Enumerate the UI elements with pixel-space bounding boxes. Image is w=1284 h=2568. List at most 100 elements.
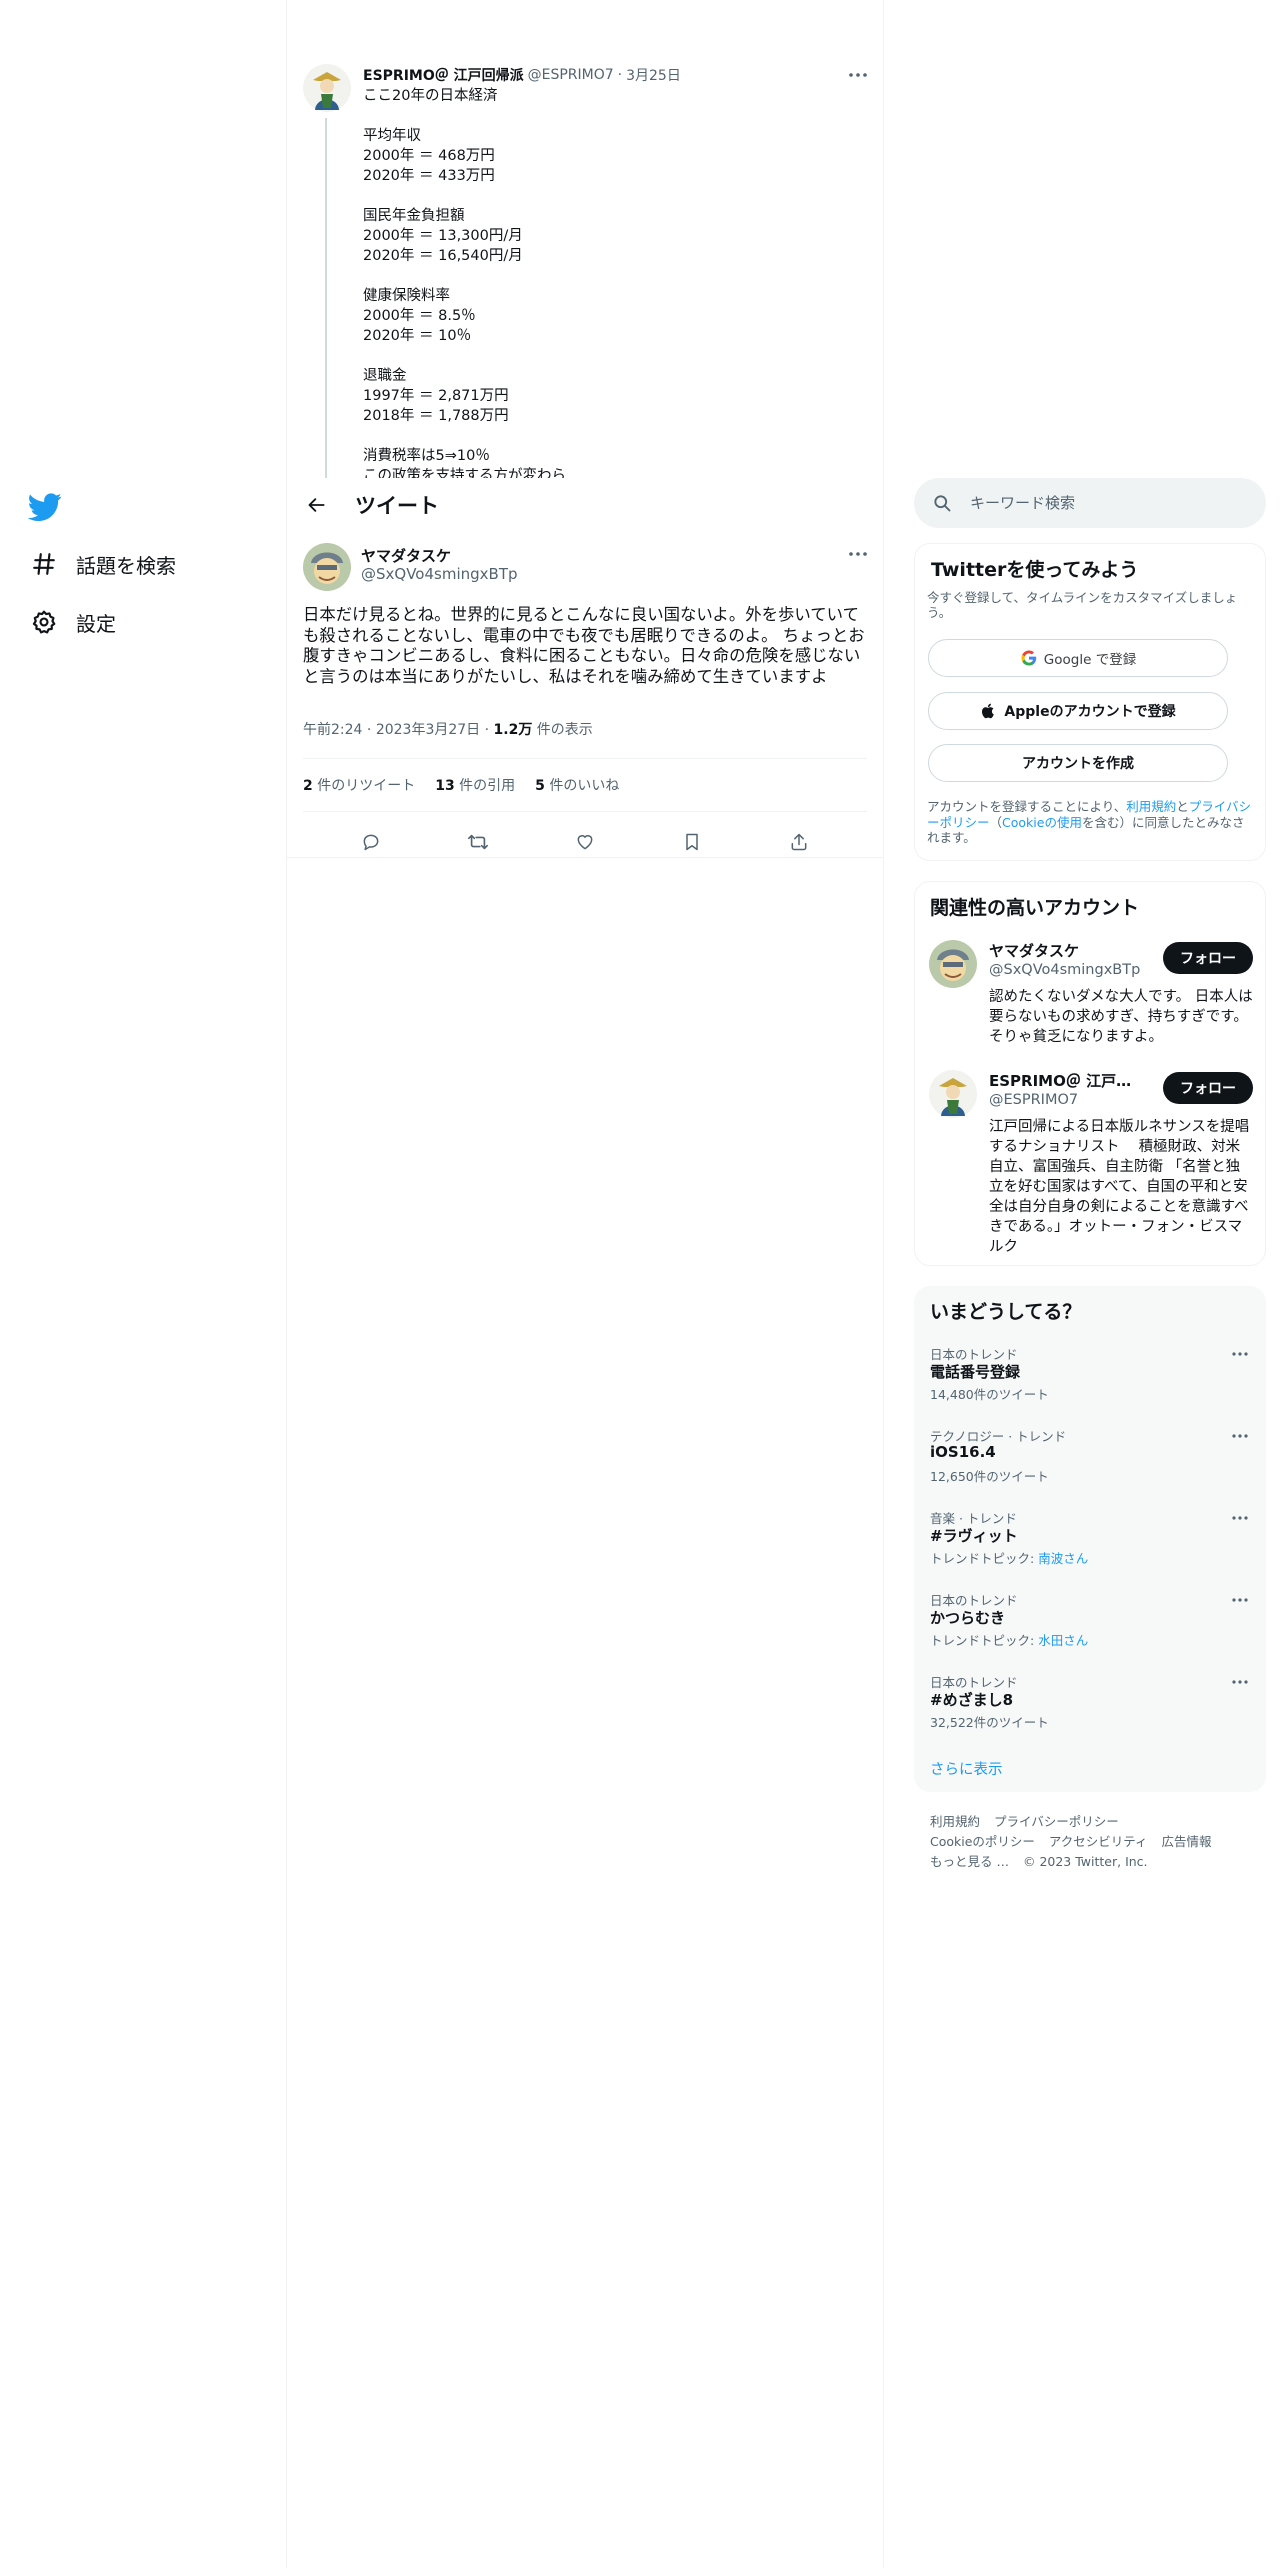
share-button[interactable] — [782, 825, 816, 859]
account-bio: 江戸回帰による日本版ルネサンスを提唱するナショナリスト 積極財政、対米自立、富国… — [989, 1119, 1250, 1255]
search-box[interactable] — [914, 478, 1266, 528]
trend-item[interactable]: 音楽 · トレンド #ラヴィット トレンドトピック: 南波さん — [930, 1508, 1250, 1572]
cookie-link[interactable]: Cookieの使用 — [1002, 815, 1082, 830]
apple-logo-icon — [980, 702, 998, 720]
more-dots-icon — [1232, 1434, 1248, 1438]
separator-dot: · — [484, 722, 490, 738]
trend-count-text: 32,522件のツイート — [930, 1715, 1049, 1730]
views-count: 1.2万 — [493, 722, 533, 738]
trend-name: #ラヴィット — [930, 1527, 1018, 1545]
trend-item[interactable]: 日本のトレンド かつらむき トレンドトピック: 水田さん — [930, 1590, 1250, 1654]
trend-topic-link[interactable]: 水田さん — [1038, 1633, 1088, 1648]
gear-icon — [28, 606, 60, 638]
avatar[interactable] — [303, 543, 351, 591]
search-input[interactable] — [970, 494, 1230, 512]
apple-signup-button[interactable]: Appleのアカウントで登録 — [928, 692, 1228, 730]
trend-name: iOS16.4 — [930, 1443, 996, 1461]
legal-text: と — [1176, 799, 1189, 814]
trend-name: 電話番号登録 — [930, 1363, 1021, 1381]
signup-subtitle: 今すぐ登録して、タイムラインをカスタマイズしましょう。 — [927, 590, 1238, 620]
footer-link[interactable]: もっと見る … — [930, 1854, 1009, 1869]
more-dots-icon — [1232, 1516, 1248, 1520]
retweets-count: 2 — [303, 778, 313, 794]
more-options-button[interactable] — [843, 543, 873, 565]
trends-title: いまどうしてる？ — [930, 1301, 1082, 1323]
terms-link[interactable]: 利用規約 — [1126, 799, 1176, 814]
views-label: 件の表示 — [532, 722, 593, 738]
trend-count: 32,522件のツイート — [930, 1712, 1049, 1731]
parent-author-name[interactable]: ESPRIMO＠ 江戸回帰派 — [363, 65, 524, 85]
trend-topic-link[interactable]: 南波さん — [1038, 1551, 1088, 1566]
trend-item[interactable]: 日本のトレンド 電話番号登録 14,480件のツイート — [930, 1344, 1250, 1408]
avatar[interactable] — [929, 940, 977, 988]
footer-link[interactable]: Cookieのポリシー — [930, 1834, 1035, 1849]
signup-card: Twitterを使ってみよう 今すぐ登録して、タイムラインをカスタマイズしましょ… — [914, 543, 1266, 861]
trend-item[interactable]: テクノロジー · トレンド iOS16.4 12,650件のツイート — [930, 1426, 1250, 1490]
tweet-date[interactable]: 2023年3月27日 — [376, 722, 480, 738]
divider — [303, 758, 867, 759]
author-name[interactable]: ヤマダタスケ — [361, 545, 451, 566]
related-title: 関連性の高いアカウント — [930, 897, 1140, 919]
trend-more-button[interactable] — [1226, 1344, 1254, 1364]
twitter-logo-icon[interactable] — [28, 490, 64, 526]
likes-label: 件のいいね — [544, 778, 620, 794]
footer-link[interactable]: 広告情報 — [1162, 1834, 1212, 1849]
trend-count-text: 12,650件のツイート — [930, 1469, 1049, 1484]
footer-link[interactable]: 利用規約 — [930, 1814, 980, 1829]
tweet-stats: 2 件のリツイート 13 件の引用 5 件のいいね — [303, 775, 619, 795]
account-handle[interactable]: @ESPRIMO7 — [989, 1092, 1078, 1108]
nav-item-explore[interactable]: 話題を検索 — [28, 544, 176, 584]
trend-item[interactable]: 日本のトレンド #めざまし8 32,522件のツイート — [930, 1672, 1250, 1736]
likes-stat[interactable]: 5 件のいいね — [535, 775, 619, 795]
trend-count-text: トレンドトピック: — [930, 1633, 1039, 1648]
trend-more-button[interactable] — [1226, 1672, 1254, 1692]
account-handle[interactable]: @SxQVo4smingxBTp — [989, 962, 1140, 978]
more-dots-icon — [1232, 1680, 1248, 1684]
trend-count-text: トレンドトピック: — [930, 1551, 1039, 1566]
more-dots-icon — [849, 73, 867, 77]
heart-icon — [577, 835, 593, 850]
avatar[interactable] — [929, 1070, 977, 1118]
parent-tweet-date[interactable]: 3月25日 — [626, 65, 681, 85]
follow-button[interactable]: フォロー — [1163, 942, 1253, 974]
trend-more-button[interactable] — [1226, 1508, 1254, 1528]
nav-item-settings[interactable]: 設定 — [28, 602, 116, 642]
footer-link[interactable]: プライバシーポリシー — [994, 1814, 1119, 1829]
author-handle[interactable]: @SxQVo4smingxBTp — [361, 565, 518, 583]
parent-tweet-header: ESPRIMO＠ 江戸回帰派 @ESPRIMO7 · 3月25日 — [363, 64, 867, 86]
back-button[interactable] — [299, 487, 335, 523]
quotes-stat[interactable]: 13 件の引用 — [435, 775, 515, 795]
parent-tweet[interactable]: ESPRIMO＠ 江戸回帰派 @ESPRIMO7 · 3月25日 ここ20年の日… — [287, 58, 883, 478]
tweet-time[interactable]: 午前2:24 — [303, 722, 362, 738]
account-name[interactable]: ヤマダタスケ — [989, 940, 1139, 961]
quotes-label: 件の引用 — [454, 778, 516, 794]
retweets-stat[interactable]: 2 件のリツイート — [303, 775, 415, 795]
bookmark-icon — [686, 833, 698, 851]
show-more-link[interactable]: さらに表示 — [930, 1758, 1003, 1779]
trend-name: かつらむき — [930, 1609, 1006, 1627]
account-name[interactable]: ESPRIMO＠ 江戸回帰派 — [989, 1070, 1139, 1091]
google-logo-icon — [1020, 649, 1038, 667]
trend-more-button[interactable] — [1226, 1426, 1254, 1446]
trends-card: いまどうしてる？ 日本のトレンド 電話番号登録 14,480件のツイート テクノ… — [914, 1286, 1266, 1792]
retweet-icon — [467, 834, 488, 850]
parent-author-handle[interactable]: @ESPRIMO7 — [528, 67, 614, 83]
legal-text: アカウントを登録することにより、 — [927, 799, 1127, 814]
more-dots-icon — [1232, 1352, 1248, 1356]
google-signup-button[interactable]: Google で登録 — [928, 639, 1228, 677]
trend-count: トレンドトピック: 水田さん — [930, 1630, 1088, 1649]
more-options-button[interactable] — [843, 64, 873, 86]
create-account-button[interactable]: アカウントを作成 — [928, 744, 1228, 782]
footer-link[interactable]: アクセシビリティ — [1049, 1834, 1148, 1849]
trend-more-button[interactable] — [1226, 1590, 1254, 1610]
tweet-text: 日本だけ見るとね。世界的に見るとこんなに良い国ないよ。外を歩いていても殺されるこ… — [303, 605, 865, 686]
follow-button[interactable]: フォロー — [1163, 1072, 1253, 1104]
divider — [303, 811, 867, 812]
retweet-button[interactable] — [461, 825, 495, 859]
reply-button[interactable] — [354, 825, 388, 859]
avatar[interactable] — [303, 64, 351, 112]
share-icon — [791, 833, 807, 851]
bookmark-button[interactable] — [675, 825, 709, 859]
like-button[interactable] — [568, 825, 602, 859]
trend-count: 14,480件のツイート — [930, 1384, 1049, 1403]
